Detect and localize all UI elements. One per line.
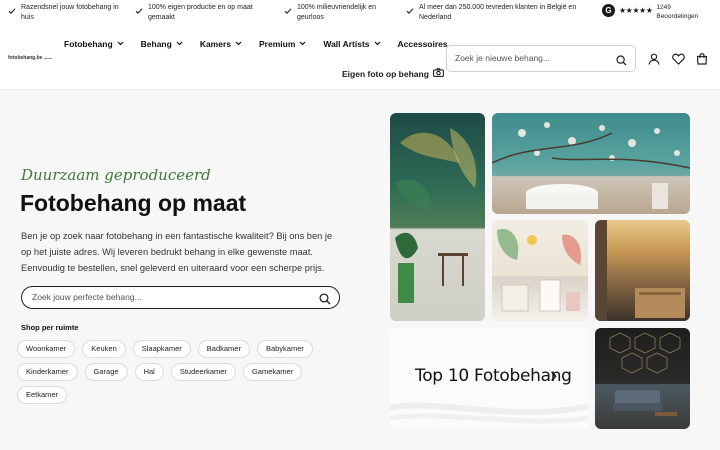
usp-item: 100% milieuvriendelijk en geurloos [284,3,394,23]
nav-label: Kamers [199,39,231,49]
promo-top10-fotobehang[interactable]: Top 10 Fotobehang › [390,328,588,429]
room-chip-slaapkamer[interactable]: Slaapkamer [132,340,191,358]
room-chip-badkamer[interactable]: Badkamer [197,340,250,358]
site-header: fotobehang.be Fotobehang Behang Kamers P… [0,28,720,90]
usp-text: Al meer dan 250.000 tevreden klanten in … [419,4,577,21]
usp-text: 100% eigen productie en op maat gemaakt [148,4,253,21]
hero-tagline: Duurzaam geproduceerd [21,166,211,184]
search-icon[interactable] [319,292,331,310]
check-icon [8,7,16,15]
nav-item-wall-artists[interactable]: Wall Artists [323,39,380,49]
wallpaper-image-black-hexagon[interactable] [595,328,690,429]
check-icon [406,7,414,15]
logo-text: fotobehang.be [8,55,43,61]
room-chip-kinderkamer[interactable]: Kinderkamer [17,363,78,381]
chevron-down-icon [299,41,306,48]
chevron-down-icon [176,41,183,48]
room-chip-keuken[interactable]: Keuken [82,340,126,358]
nav-item-kamers[interactable]: Kamers [200,39,242,49]
room-chip-hal[interactable]: Hal [134,363,164,381]
site-logo[interactable]: fotobehang.be [8,55,53,61]
usp-text: Razendsnel jouw fotobehang in huis [21,4,119,21]
chevron-down-icon [374,41,381,48]
room-chips: Woonkamer Keuken Slaapkamer Badkamer Bab… [17,340,347,404]
google-rating[interactable]: G ★★★★★ 1249 Beoordelingen [602,3,698,21]
nav-item-eigen-foto[interactable]: Eigen foto op behang [342,68,444,79]
wallpaper-image-jungle-leaves[interactable] [390,113,485,321]
account-icon[interactable] [648,52,660,70]
nav-label: Eigen foto op behang [342,68,429,79]
wallpaper-image-almond-blossom-bathroom[interactable] [492,113,690,214]
cart-icon[interactable] [696,52,708,70]
header-search[interactable] [446,45,636,72]
nav-label: Fotobehang [64,39,113,49]
header-search-input[interactable] [455,53,615,63]
room-chip-eetkamer[interactable]: Eetkamer [17,386,68,404]
check-icon [135,7,143,15]
usp-bar: Razendsnel jouw fotobehang in huis 100% … [0,0,720,28]
nav-item-accessoires[interactable]: Accessoires [398,39,448,49]
hero-description: Ben je op zoek naar fotobehang in een fa… [21,231,333,273]
nav-label: Premium [259,39,296,49]
nav-item-behang[interactable]: Behang [141,39,183,49]
usp-item: 100% eigen productie en op maat gemaakt [135,3,273,23]
room-chip-studeerkamer[interactable]: Studeerkamer [170,363,236,381]
camera-icon [432,68,444,79]
usp-item: Razendsnel jouw fotobehang in huis [8,3,130,23]
nav-label: Behang [140,39,172,49]
rating-count: 1249 [656,4,671,11]
hero-search[interactable] [21,286,340,309]
usp-item: Al meer dan 250.000 tevreden klanten in … [406,3,586,23]
chevron-down-icon [117,41,124,48]
nav-label: Wall Artists [323,39,370,49]
logo-mark [44,57,53,59]
room-chip-garage[interactable]: Garage [84,363,128,381]
nav-item-fotobehang[interactable]: Fotobehang [64,39,124,49]
google-icon: G [602,4,615,17]
shop-per-room-label: Shop per ruimte [21,323,79,332]
check-icon [284,7,292,15]
wallpaper-image-kids-room[interactable] [492,220,588,321]
room-chip-babykamer[interactable]: Babykamer [256,340,313,358]
chevron-down-icon [235,41,242,48]
nav-label: Accessoires [397,39,448,49]
search-icon[interactable] [616,53,627,71]
usp-text: 100% milieuvriendelijk en geurloos [297,4,376,21]
nav-item-premium[interactable]: Premium [259,39,306,49]
wallpaper-image-sunset-beach[interactable] [595,220,690,321]
rating-text: 1249 Beoordelingen [656,3,698,21]
heart-icon[interactable] [672,52,685,70]
hero-search-input[interactable] [32,292,312,302]
rating-stars: ★★★★★ [619,6,653,15]
room-chip-woonkamer[interactable]: Woonkamer [17,340,76,358]
rating-label: Beoordelingen [656,13,699,20]
room-chip-gamekamer[interactable]: Gamekamer [242,363,303,381]
promo-title: Top 10 Fotobehang [415,366,572,386]
main-nav: Fotobehang Behang Kamers Premium Wall Ar… [64,39,465,49]
page-title: Fotobehang op maat [20,190,247,216]
chevron-right-icon: › [550,362,558,387]
